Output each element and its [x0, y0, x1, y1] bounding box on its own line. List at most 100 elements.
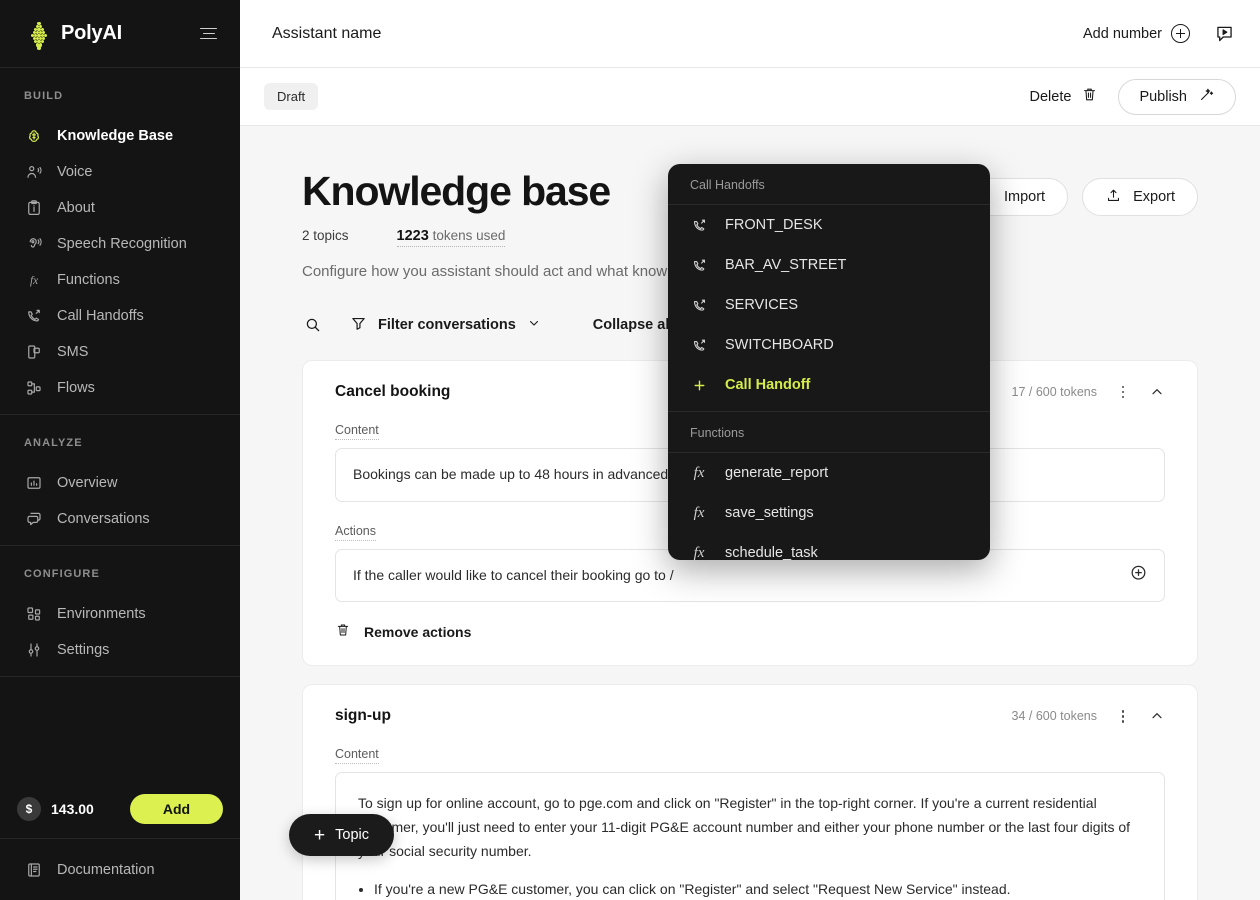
dropdown-item-schedule-task[interactable]: fx schedule_task [668, 533, 990, 561]
dropdown-item-switchboard[interactable]: SWITCHBOARD [668, 325, 990, 365]
tokens-label: tokens used [432, 228, 506, 244]
dropdown-item-services[interactable]: SERVICES [668, 285, 990, 325]
sidebar-heading-build: BUILD [24, 90, 64, 102]
brand-row: PolyAI [0, 0, 240, 68]
chevron-up-icon[interactable] [1149, 708, 1165, 724]
sidebar-heading-configure: CONFIGURE [24, 568, 100, 580]
dropdown-item-label: save_settings [725, 505, 814, 521]
dropdown-item-label: BAR_AV_STREET [725, 257, 847, 273]
card-header-actions: 17 / 600 tokens [1012, 384, 1165, 400]
sidebar-spacer [0, 676, 240, 780]
sidebar-item-label: Speech Recognition [57, 236, 187, 252]
publish-label: Publish [1139, 88, 1187, 105]
tokens-value: 1223 [396, 228, 429, 245]
dropdown-item-bar-av-street[interactable]: BAR_AV_STREET [668, 245, 990, 285]
add-credit-button[interactable]: Add [130, 794, 223, 824]
topbar-actions: Add number [1083, 22, 1236, 46]
sms-icon [24, 343, 43, 362]
export-icon [1105, 187, 1122, 208]
sidebar-item-about[interactable]: About [0, 190, 240, 226]
sidebar-item-flows[interactable]: Flows [0, 370, 240, 406]
remove-actions-label: Remove actions [364, 623, 472, 640]
chat-play-icon[interactable] [1212, 22, 1236, 46]
dropdown-item-save-settings[interactable]: fx save_settings [668, 493, 990, 533]
dropdown-item-label: SWITCHBOARD [725, 337, 834, 353]
sidebar-item-label: Settings [57, 642, 110, 658]
fx-icon: fx [24, 271, 43, 290]
add-topic-label: Topic [335, 827, 369, 843]
sidebar-item-documentation[interactable]: Documentation [0, 852, 179, 888]
sidebar-section-analyze: ANALYZE Overview Conversations [0, 414, 240, 545]
content-field[interactable]: To sign up for online account, go to pge… [335, 772, 1165, 900]
sidebar-item-label: Voice [57, 164, 93, 180]
sidebar-item-settings[interactable]: Settings [0, 632, 240, 668]
search-icon[interactable] [302, 314, 324, 336]
brand-name: PolyAI [61, 22, 123, 44]
sidebar-section-configure: CONFIGURE Environments Settings [0, 545, 240, 676]
dropdown-add-label: Call Handoff [725, 377, 811, 393]
list-item: If you're a new PG&E customer, you can c… [374, 878, 1142, 900]
dropdown-item-label: schedule_task [725, 545, 818, 560]
card-header: sign-up 34 / 600 tokens [303, 685, 1197, 725]
dropdown-group-label-functions: Functions [668, 412, 990, 453]
circle-plus-icon [1171, 24, 1190, 43]
sidebar-item-overview[interactable]: Overview [0, 465, 240, 501]
assistant-name: Assistant name [272, 24, 382, 42]
kebab-menu-icon[interactable] [1115, 384, 1131, 400]
sidebar-item-label: Knowledge Base [57, 128, 174, 144]
clipboard-info-icon [24, 199, 43, 218]
dropdown-item-front-desk[interactable]: FRONT_DESK [668, 205, 990, 245]
svg-text:fx: fx [29, 275, 37, 287]
insert-reference-dropdown[interactable]: Call Handoffs FRONT_DESK BAR_AV_STREET S… [668, 164, 990, 560]
actionbar: Draft Delete Publish [240, 68, 1260, 126]
sidebar: PolyAI BUILD Knowledge Base Voice About [0, 0, 240, 900]
sidebar-item-functions[interactable]: fx Functions [0, 262, 240, 298]
sidebar-heading-analyze: ANALYZE [24, 437, 83, 449]
content-field-label: Content [335, 747, 379, 765]
phone-forward-icon [690, 256, 708, 274]
sidebar-item-voice[interactable]: Voice [0, 154, 240, 190]
sidebar-item-label: Functions [57, 272, 120, 288]
dropdown-item-label: SERVICES [725, 297, 799, 313]
sidebar-item-call-handoffs[interactable]: Call Handoffs [0, 298, 240, 334]
add-topic-fab[interactable]: + Topic [289, 814, 394, 856]
sidebar-section-build: BUILD Knowledge Base Voice About Speech … [0, 68, 240, 414]
chevron-up-icon[interactable] [1149, 384, 1165, 400]
content-bullet-list: If you're a new PG&E customer, you can c… [374, 878, 1142, 900]
topbar: Assistant name Add number [240, 0, 1260, 68]
add-number-button[interactable]: Add number [1083, 24, 1190, 43]
credit-amount: 143.00 [51, 801, 94, 817]
hamburger-icon[interactable] [200, 24, 220, 44]
kebab-menu-icon[interactable] [1115, 708, 1131, 724]
delete-button[interactable]: Delete [1030, 86, 1099, 107]
sidebar-item-environments[interactable]: Environments [0, 596, 240, 632]
sidebar-item-label: Overview [57, 475, 118, 491]
export-button[interactable]: Export [1082, 178, 1198, 216]
sliders-icon [24, 641, 43, 660]
import-label: Import [1003, 189, 1046, 205]
publish-button[interactable]: Publish [1118, 78, 1236, 115]
sidebar-item-speech-recognition[interactable]: Speech Recognition [0, 226, 240, 262]
trash-icon [1081, 86, 1098, 107]
sidebar-item-label: Documentation [57, 861, 155, 878]
dropdown-item-label: FRONT_DESK [725, 217, 823, 233]
dropdown-add-call-handoff[interactable]: Call Handoff [668, 365, 990, 405]
status-badge: Draft [264, 83, 319, 110]
export-label: Export [1133, 189, 1175, 205]
app-root: PolyAI BUILD Knowledge Base Voice About [0, 0, 1260, 900]
sidebar-item-conversations[interactable]: Conversations [0, 501, 240, 537]
magic-wand-icon [1198, 86, 1215, 107]
sidebar-item-label: SMS [57, 344, 89, 360]
sidebar-item-sms[interactable]: SMS [0, 334, 240, 370]
collapse-all-button[interactable]: Collapse all [593, 317, 674, 333]
plus-icon: + [314, 824, 326, 846]
delete-label: Delete [1029, 88, 1072, 105]
circle-plus-icon[interactable] [1129, 563, 1148, 589]
sidebar-item-knowledge-base[interactable]: Knowledge Base [0, 118, 240, 154]
add-number-label: Add number [1083, 25, 1162, 42]
credit-row: $ 143.00 Add [0, 780, 240, 838]
remove-actions-button[interactable]: Remove actions [335, 622, 1197, 641]
dropdown-item-generate-report[interactable]: fx generate_report [668, 453, 990, 493]
filter-conversations-dropdown[interactable]: Filter conversations [350, 315, 541, 336]
dollar-coin-icon: $ [17, 797, 41, 821]
